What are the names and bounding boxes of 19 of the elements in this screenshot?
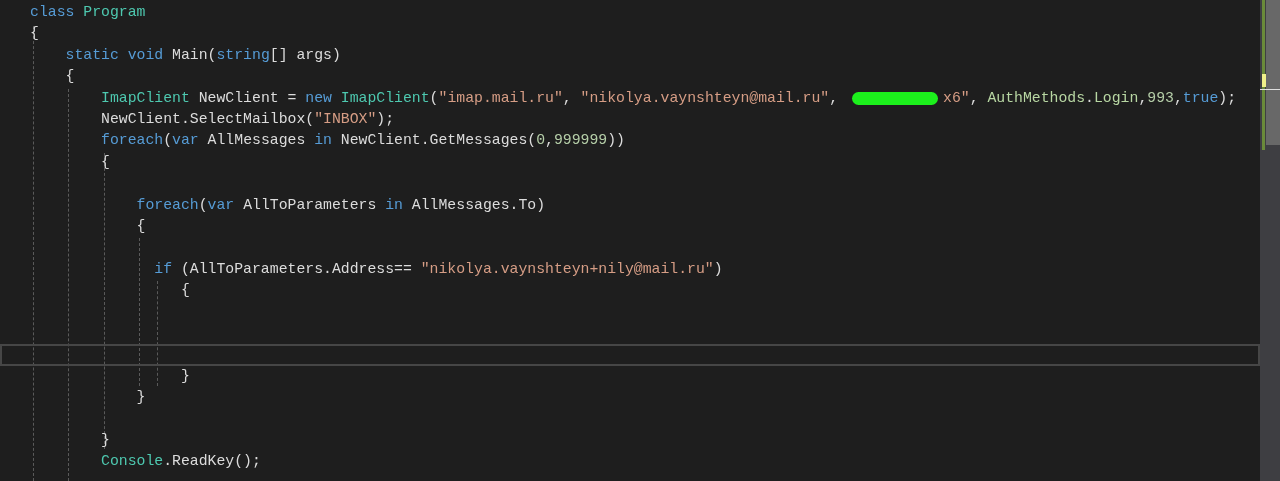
code-text: { bbox=[179, 281, 190, 301]
code-text: { bbox=[64, 67, 75, 87]
code-editor[interactable] bbox=[0, 0, 1280, 481]
code-text: if (AllToParameters.Address== "nikolya.vaynshteyn+nily@mail.ru") bbox=[153, 259, 723, 279]
code-text: Console.ReadKey(); bbox=[100, 452, 261, 472]
code-text: class Program bbox=[30, 3, 146, 22]
code-text: { bbox=[30, 24, 39, 44]
code-text: foreach(var AllToParameters in AllMessages.To) bbox=[135, 195, 546, 215]
code-text: } bbox=[179, 366, 190, 386]
code-text: NewClient.SelectMailbox("INBOX"); bbox=[100, 109, 395, 129]
code-text: { bbox=[135, 216, 146, 236]
scrollbar-drawing[interactable] bbox=[1260, 0, 1280, 481]
code-text: static void Main(string[] args) bbox=[64, 45, 341, 65]
code-text: ImapClient NewClient = new ImapClient("imap.mail.ru", "nikolya.vaynshteyn@mail.ru", bbox=[100, 88, 840, 108]
code-text: } bbox=[135, 388, 146, 408]
code-text: foreach(var AllMessages in NewClient.GetMessages(0,999999)) bbox=[100, 131, 625, 151]
code-text: x6", AuthMethods.Login,993,true); bbox=[943, 88, 1237, 108]
code-text: } bbox=[100, 430, 110, 450]
code-text: { bbox=[100, 152, 110, 172]
